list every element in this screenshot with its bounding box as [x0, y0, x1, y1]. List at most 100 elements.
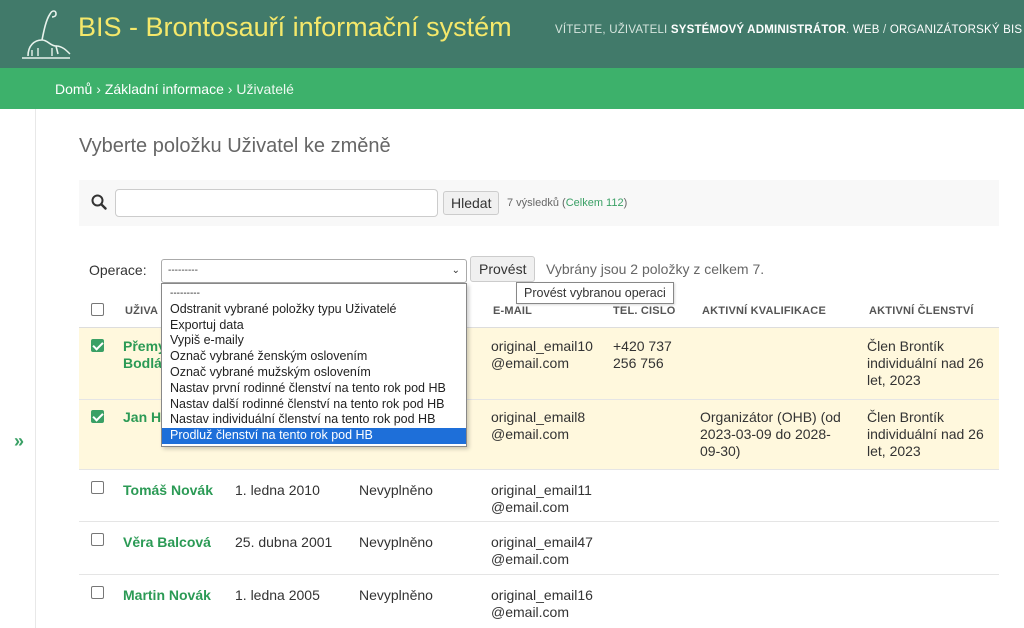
row-checkbox[interactable] — [91, 481, 104, 494]
user-tools-sep: . — [846, 24, 853, 36]
city-cell: Nevyplněno — [359, 482, 433, 498]
email-line: @email.com — [491, 426, 570, 442]
table-row[interactable]: Tomáš Novák 1. ledna 2010 Nevyplněno ori… — [79, 470, 999, 522]
brontosaurus-logo-icon[interactable] — [18, 2, 74, 64]
birth-date-cell: 25. dubna 2001 — [235, 534, 333, 550]
action-option-list-emails[interactable]: Vypiš e-maily — [162, 333, 466, 349]
action-option-empty[interactable]: --------- — [162, 286, 466, 302]
search-toolbar: Hledat 7 výsledků (Celkem 112) — [79, 180, 999, 226]
membership-line: Člen Brontík — [867, 338, 945, 354]
qualification-line: 09-30) — [700, 443, 741, 459]
phone-line: 256 756 — [613, 355, 664, 371]
table-row[interactable]: Martin Novák 1. ledna 2005 Nevyplněno or… — [79, 575, 999, 627]
search-result-count: 7 výsledků (Celkem 112) — [507, 197, 627, 209]
column-header-qualification[interactable]: AKTIVNÍ KVALIFIKACE — [702, 305, 826, 317]
show-all-link[interactable]: Celkem 112 — [566, 197, 624, 209]
header: BIS - Brontosauří informační systém VÍTE… — [0, 0, 1024, 68]
user-tools-slash: / — [879, 24, 890, 36]
email-cell: original_email10 @email.com — [491, 338, 593, 372]
email-line: @email.com — [491, 499, 570, 515]
web-link[interactable]: WEB — [853, 24, 880, 36]
user-name-link[interactable]: Tomáš Novák — [123, 482, 213, 499]
qualification-line: Organizátor (OHB) (od — [700, 409, 841, 425]
email-cell: original_email16 @email.com — [491, 587, 593, 621]
action-option-female-salutation[interactable]: Označ vybrané ženským oslovením — [162, 349, 466, 365]
selection-counter: Vybrány jsou 2 položky z celkem 7. — [546, 261, 765, 277]
breadcrumb: Domů › Základní informace › Uživatelé — [0, 68, 1024, 109]
page-title: Vyberte položku Uživatel ke změně — [79, 135, 391, 157]
breadcrumb-sep: › — [92, 81, 105, 97]
email-cell: original_email47 @email.com — [491, 534, 593, 568]
user-name-line: Jan H — [123, 409, 162, 425]
run-action-tooltip: Provést vybranou operaci — [516, 282, 674, 304]
action-option-male-salutation[interactable]: Označ vybrané mužským oslovením — [162, 365, 466, 381]
membership-cell: Člen Brontík individuální nad 26 let, 20… — [867, 409, 984, 460]
table-row[interactable]: Věra Balcová 25. dubna 2001 Nevyplněno o… — [79, 522, 999, 575]
email-line: original_email8 — [491, 409, 586, 425]
column-header-membership[interactable]: AKTIVNÍ ČLENSTVÍ — [869, 305, 974, 317]
user-name-link[interactable]: Přemy Bodlá — [123, 338, 166, 372]
current-user: SYSTÉMOVÝ ADMINISTRÁTOR — [670, 24, 847, 36]
chevron-down-icon: ⌄ — [451, 265, 460, 276]
user-name-link[interactable]: Jan H — [123, 409, 161, 426]
user-name-link[interactable]: Věra Balcová — [123, 534, 211, 551]
phone-line: +420 737 — [613, 338, 672, 354]
membership-line: let, 2023 — [867, 443, 921, 459]
user-name-link[interactable]: Martin Novák — [123, 587, 211, 604]
user-tools: VÍTEJTE, UŽIVATELI SYSTÉMOVÝ ADMINISTRÁT… — [555, 24, 1022, 36]
sidebar-toggle-strip: » — [0, 109, 36, 628]
column-header-phone[interactable]: TEL. CISLO — [613, 305, 676, 317]
birth-date-cell: 1. ledna 2010 — [235, 482, 320, 498]
result-count-text: 7 výsledků ( — [507, 197, 566, 209]
email-line: @email.com — [491, 355, 570, 371]
email-cell: original_email8 @email.com — [491, 409, 585, 443]
qualification-line: 2023-03-09 do 2028- — [700, 426, 831, 442]
row-checkbox[interactable] — [91, 410, 104, 423]
breadcrumb-section[interactable]: Základní informace — [105, 81, 224, 97]
city-cell: Nevyplněno — [359, 534, 433, 550]
action-option-next-family-membership[interactable]: Nastav další rodinné členství na tento r… — [162, 397, 466, 413]
breadcrumb-home[interactable]: Domů — [55, 81, 92, 97]
action-select[interactable]: --------- ⌄ — [161, 259, 467, 283]
search-button[interactable]: Hledat — [443, 191, 500, 215]
city-cell: Nevyplněno — [359, 587, 433, 603]
email-line: original_email47 — [491, 534, 593, 550]
qualification-cell: Organizátor (OHB) (od 2023-03-09 do 2028… — [700, 409, 841, 460]
search-icon — [91, 194, 107, 210]
action-option-export[interactable]: Exportuj data — [162, 318, 466, 334]
organizer-bis-link[interactable]: ORGANIZÁTORSKÝ BIS — [890, 24, 1022, 36]
email-line: original_email16 — [491, 587, 593, 603]
column-header-user[interactable]: UŽIVA — [125, 305, 158, 317]
action-select-value: --------- — [168, 265, 198, 276]
expand-sidebar-icon[interactable]: » — [14, 431, 24, 452]
action-option-delete[interactable]: Odstranit vybrané položky typu Uživatelé — [162, 302, 466, 318]
membership-line: individuální nad 26 — [867, 426, 984, 442]
membership-line: let, 2023 — [867, 372, 921, 388]
breadcrumb-current: Uživatelé — [236, 81, 294, 97]
email-line: @email.com — [491, 604, 570, 620]
action-option-first-family-membership[interactable]: Nastav první rodinné členství na tento r… — [162, 381, 466, 397]
select-all-checkbox[interactable] — [91, 303, 104, 316]
run-action-button[interactable]: Provést — [470, 256, 536, 282]
membership-line: Člen Brontík — [867, 409, 945, 425]
user-name-line: Bodlá — [123, 355, 162, 371]
column-header-email[interactable]: E-MAIL — [493, 305, 532, 317]
email-line: @email.com — [491, 551, 570, 567]
row-checkbox[interactable] — [91, 586, 104, 599]
email-line: original_email10 — [491, 338, 593, 354]
site-brand[interactable]: BIS - Brontosauří informační systém — [78, 12, 512, 43]
actions-label: Operace: — [89, 262, 147, 278]
membership-cell: Člen Brontík individuální nad 26 let, 20… — [867, 338, 984, 389]
action-option-individual-membership[interactable]: Nastav individuální členství na tento ro… — [162, 412, 466, 428]
email-cell: original_email11 @email.com — [491, 482, 592, 516]
row-checkbox[interactable] — [91, 533, 104, 546]
email-line: original_email11 — [491, 482, 592, 498]
welcome-text: VÍTEJTE, UŽIVATELI — [555, 24, 671, 36]
row-checkbox[interactable] — [91, 339, 104, 352]
user-name-line: Přemy — [123, 338, 166, 354]
result-count-close: ) — [623, 197, 628, 209]
phone-cell: +420 737 256 756 — [613, 338, 672, 372]
action-dropdown-list: --------- Odstranit vybrané položky typu… — [161, 283, 467, 447]
search-input[interactable] — [115, 189, 438, 217]
action-option-extend-membership[interactable]: Prodluž členství na tento rok pod HB — [162, 428, 466, 444]
